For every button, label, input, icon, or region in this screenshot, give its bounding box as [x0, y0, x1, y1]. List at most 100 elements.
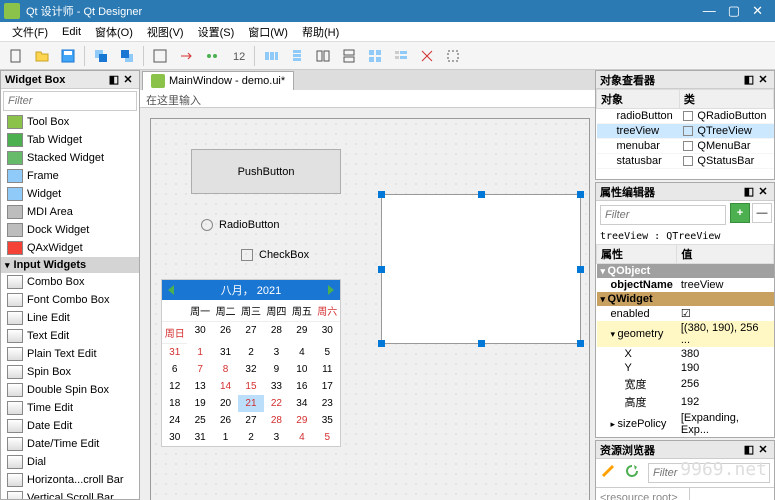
- widget-item[interactable]: Frame: [1, 167, 139, 185]
- widget-category[interactable]: Input Widgets: [1, 257, 139, 273]
- property-row[interactable]: enabled☑: [597, 306, 774, 321]
- dock-close-icon[interactable]: ✕: [756, 185, 770, 199]
- menu-settings[interactable]: 设置(S): [192, 22, 241, 42]
- cal-cell[interactable]: 29: [289, 322, 314, 344]
- layout-hsplit-icon[interactable]: [311, 44, 335, 68]
- cal-cell[interactable]: 10: [289, 361, 314, 378]
- cal-cell[interactable]: 15: [238, 378, 263, 395]
- property-filter-input[interactable]: [605, 206, 721, 224]
- dock-close-icon[interactable]: ✕: [756, 73, 770, 87]
- widget-item[interactable]: Combo Box: [1, 273, 139, 291]
- cal-cell[interactable]: 21: [238, 395, 263, 412]
- form-widget[interactable]: PushButton RadioButton CheckBox 八月， 2021…: [150, 118, 590, 500]
- cal-cell[interactable]: 31: [162, 344, 187, 361]
- menu-file[interactable]: 文件(F): [6, 22, 54, 42]
- cal-cell[interactable]: 35: [315, 412, 340, 429]
- reload-resources-icon[interactable]: [622, 461, 642, 481]
- layout-vbox-icon[interactable]: [285, 44, 309, 68]
- widget-item[interactable]: Tool Box: [1, 113, 139, 131]
- property-row[interactable]: sizePolicy[Expanding, Exp...: [597, 411, 774, 437]
- cal-cell[interactable]: 28: [264, 412, 289, 429]
- menu-window[interactable]: 窗口(W): [242, 22, 294, 42]
- cal-cell[interactable]: 20: [213, 395, 238, 412]
- cal-cell[interactable]: 4: [289, 429, 314, 446]
- cal-cell[interactable]: 26: [213, 322, 238, 344]
- dock-float-icon[interactable]: ◧: [742, 73, 756, 87]
- cal-cell[interactable]: 14: [213, 378, 238, 395]
- cal-cell[interactable]: 33: [264, 378, 289, 395]
- object-row[interactable]: statusbarQStatusBar: [597, 154, 774, 169]
- resource-tree[interactable]: <resource root>: [596, 488, 689, 500]
- tree-view-widget[interactable]: [381, 194, 581, 344]
- new-file-icon[interactable]: [4, 44, 28, 68]
- widget-item[interactable]: Widget: [1, 185, 139, 203]
- cal-cell[interactable]: 31: [187, 429, 212, 446]
- cal-cell[interactable]: 27: [238, 412, 263, 429]
- cal-cell[interactable]: 1: [187, 344, 212, 361]
- widget-item[interactable]: Date Edit: [1, 417, 139, 435]
- edit-widgets-icon[interactable]: [148, 44, 172, 68]
- calendar-widget[interactable]: 八月， 2021 周一周二周三周四周五周六周日30262728293031131…: [161, 279, 341, 447]
- cal-cell[interactable]: 22: [264, 395, 289, 412]
- adjust-size-icon[interactable]: [441, 44, 465, 68]
- checkbox-widget[interactable]: CheckBox: [241, 249, 309, 261]
- widget-filter-input[interactable]: [8, 92, 132, 110]
- widget-item[interactable]: Dial: [1, 453, 139, 471]
- widget-item[interactable]: Spin Box: [1, 363, 139, 381]
- widget-list[interactable]: Tool BoxTab WidgetStacked WidgetFrameWid…: [1, 113, 139, 499]
- widget-item[interactable]: Font Combo Box: [1, 291, 139, 309]
- widget-item[interactable]: Tab Widget: [1, 131, 139, 149]
- dock-float-icon[interactable]: ◧: [742, 443, 756, 457]
- cal-cell[interactable]: 9: [264, 361, 289, 378]
- cal-cell[interactable]: 28: [264, 322, 289, 344]
- cal-cell[interactable]: 18: [162, 395, 187, 412]
- cal-cell[interactable]: 2: [238, 344, 263, 361]
- cal-cell[interactable]: 4: [289, 344, 314, 361]
- cal-cell[interactable]: 5: [315, 344, 340, 361]
- cal-cell[interactable]: 30: [162, 429, 187, 446]
- cal-cell[interactable]: 12: [162, 378, 187, 395]
- dock-close-icon[interactable]: ✕: [121, 73, 135, 87]
- cal-cell[interactable]: 16: [289, 378, 314, 395]
- cal-cell[interactable]: 29: [289, 412, 314, 429]
- edit-resources-icon[interactable]: [598, 461, 618, 481]
- cal-cell[interactable]: 30: [315, 322, 340, 344]
- add-property-button[interactable]: +: [730, 203, 750, 223]
- widget-item[interactable]: Date/Time Edit: [1, 435, 139, 453]
- object-table[interactable]: 对象类radioButtonQRadioButtontreeViewQTreeV…: [596, 89, 774, 169]
- minimize-button[interactable]: —: [703, 3, 716, 19]
- cal-cell[interactable]: 3: [264, 429, 289, 446]
- widget-item[interactable]: Vertical Scroll Bar: [1, 489, 139, 499]
- property-row[interactable]: X380: [597, 347, 774, 361]
- dock-close-icon[interactable]: ✕: [756, 443, 770, 457]
- breadcrumb[interactable]: 在这里输入: [140, 90, 595, 108]
- property-table[interactable]: 属性值QObjectobjectNametreeViewQWidgetenabl…: [596, 244, 774, 437]
- edit-buddies-icon[interactable]: [200, 44, 224, 68]
- widget-item[interactable]: Double Spin Box: [1, 381, 139, 399]
- cal-cell[interactable]: 1: [213, 429, 238, 446]
- edit-signals-icon[interactable]: [174, 44, 198, 68]
- close-button[interactable]: ✕: [752, 3, 763, 19]
- cal-prev-icon[interactable]: [168, 285, 174, 295]
- cal-cell[interactable]: 34: [289, 395, 314, 412]
- menu-edit[interactable]: Edit: [56, 24, 87, 40]
- radio-button-widget[interactable]: RadioButton: [201, 219, 280, 231]
- property-row[interactable]: objectNametreeView: [597, 278, 774, 292]
- layout-vsplit-icon[interactable]: [337, 44, 361, 68]
- object-row[interactable]: treeViewQTreeView: [597, 124, 774, 139]
- cal-cell[interactable]: 31: [213, 344, 238, 361]
- document-tab[interactable]: MainWindow - demo.ui*: [142, 71, 294, 90]
- cal-next-icon[interactable]: [328, 285, 334, 295]
- widget-item[interactable]: Stacked Widget: [1, 149, 139, 167]
- design-canvas[interactable]: PushButton RadioButton CheckBox 八月， 2021…: [140, 108, 595, 500]
- property-row[interactable]: 宽度256: [597, 375, 774, 393]
- open-file-icon[interactable]: [30, 44, 54, 68]
- cal-cell[interactable]: 13: [187, 378, 212, 395]
- object-row[interactable]: radioButtonQRadioButton: [597, 109, 774, 124]
- cal-cell[interactable]: 8: [213, 361, 238, 378]
- object-row[interactable]: menubarQMenuBar: [597, 139, 774, 154]
- menu-view[interactable]: 视图(V): [141, 22, 190, 42]
- cal-cell[interactable]: 6: [162, 361, 187, 378]
- send-back-icon[interactable]: [89, 44, 113, 68]
- save-file-icon[interactable]: [56, 44, 80, 68]
